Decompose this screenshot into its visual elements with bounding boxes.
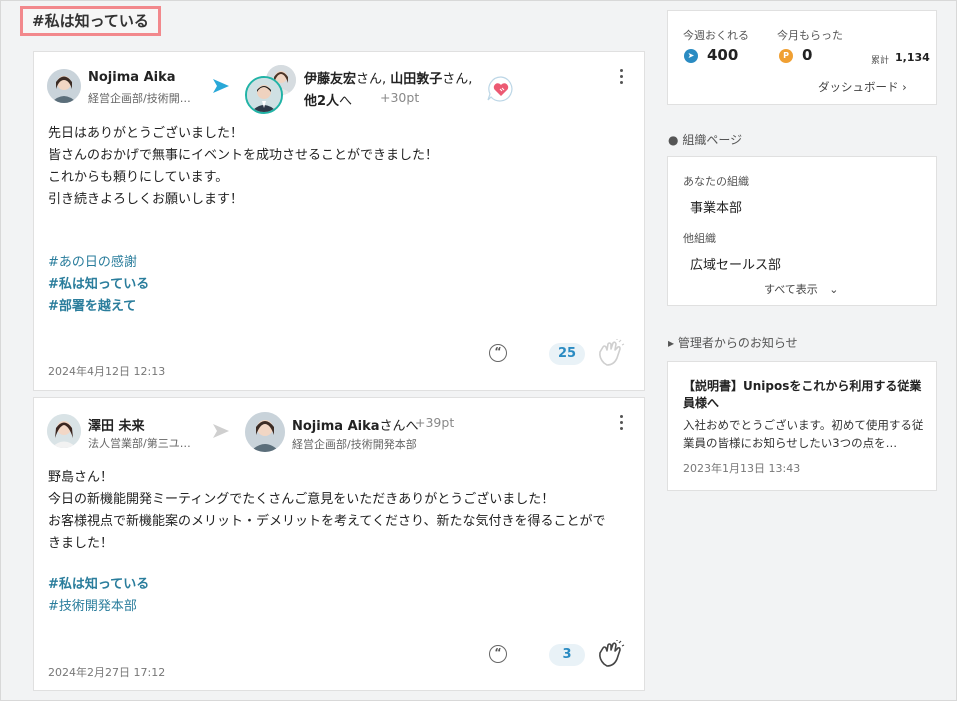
comment-quote-icon[interactable]: “ — [489, 645, 507, 663]
sender-dept: 経営企画部/技術開… — [88, 92, 191, 105]
your-org-link[interactable]: 事業本部 — [690, 197, 742, 216]
sendable-points-label: 今週おくれる — [683, 29, 749, 42]
dashboard-link[interactable]: ダッシュボード › — [818, 79, 907, 95]
send-arrow-icon — [213, 79, 229, 93]
notice-date: 2023年1月13日 13:43 — [683, 462, 801, 475]
clap-icon[interactable] — [597, 339, 625, 367]
show-all-link[interactable]: すべて表示 ⌄ — [764, 281, 839, 297]
recipient-honorific-1: さん, — [356, 72, 391, 87]
sender-avatar[interactable] — [47, 69, 81, 103]
total-label: 累計 — [871, 56, 890, 66]
hashtag-link[interactable]: #技術開発本部 — [48, 596, 149, 618]
hashtag-link[interactable]: #私は知っている — [48, 574, 149, 596]
points-badge: +30pt — [380, 90, 420, 105]
recipients-line-2: 他2人へ — [304, 90, 352, 109]
more-options-icon[interactable] — [618, 415, 624, 433]
hashtag-list: #私は知っている #技術開発本部 — [48, 574, 149, 618]
hashtag-list: #あの日の感謝 #私は知っている #部署を越えて — [48, 252, 149, 318]
sender-dept: 法人営業部/第三ユ… — [88, 437, 191, 450]
post-date: 2024年2月27日 17:12 — [48, 666, 166, 679]
dashboard-link-label: ダッシュボード — [818, 80, 899, 94]
recipient-others[interactable]: 他2人 — [304, 94, 339, 109]
recipient-suffix: へ — [339, 94, 353, 109]
send-coin-icon: ➤ — [684, 49, 698, 63]
recipient-honorific-2: さん, — [442, 72, 473, 87]
recipient-name-2[interactable]: 山田敦子 — [390, 72, 442, 87]
recipient-dept: 経営企画部/技術開発本部 — [292, 438, 417, 451]
users-icon: ●​ — [668, 133, 679, 147]
recipient-name-1[interactable]: 伊藤友宏 — [304, 72, 356, 87]
post-message: 野島さん！ 今日の新機能開発ミーティングでたくさんご意見をいただきありがとうござ… — [48, 470, 606, 551]
points-badge: +39pt — [415, 415, 455, 430]
recipient-name[interactable]: Nojima Aika — [292, 419, 380, 434]
total-value: 1,134 — [895, 51, 930, 64]
org-section-title: 組織ページ — [682, 133, 743, 147]
hashtag-link[interactable]: #部署を越えて — [48, 296, 149, 318]
recipients-line-1: 伊藤友宏さん, 山田敦子さん, — [304, 68, 472, 87]
sender-name[interactable]: 澤田 未来 — [88, 415, 145, 434]
org-card: あなたの組織 事業本部 他組織 広域セールス部 すべて表示 ⌄ — [667, 156, 937, 306]
other-org-label: 他組織 — [683, 232, 716, 245]
notice-body: 入社おめでとうございます。初めて使用する従業員の皆様にお知らせしたい3つの点を… — [683, 418, 924, 450]
other-org-link[interactable]: 広域セールス部 — [690, 254, 781, 273]
post-card: 澤田 未来 法人営業部/第三ユ… Nojima Aikaさんへ +39pt 経営… — [33, 397, 645, 691]
sender-name[interactable]: Nojima Aika — [88, 70, 176, 85]
recipient-suffix: さんへ — [379, 419, 419, 434]
megaphone-icon: ▸ — [668, 336, 675, 350]
sender-avatar[interactable] — [47, 414, 81, 448]
page-tag-title: #私は知っている — [20, 6, 161, 36]
post-card: Nojima Aika 経営企画部/技術開… 伊藤友宏さん, 山田敦子さん, 他… — [33, 51, 645, 391]
post-message: 先日はありがとうございました！ 皆さんのおかげで無事にイベントを成功させることが… — [48, 126, 439, 207]
post-date: 2024年4月12日 12:13 — [48, 365, 166, 378]
notice-section-header: ▸ 管理者からのお知らせ — [668, 334, 798, 351]
more-options-icon[interactable] — [618, 69, 624, 87]
chevron-down-icon: ⌄ — [829, 283, 839, 296]
hashtag-link[interactable]: #私は知っている — [48, 274, 149, 296]
recipient-line: Nojima Aikaさんへ — [292, 415, 419, 434]
notice-card[interactable]: 【説明書】Uniposをこれから利用する従業員様へ 入社おめでとうございます。初… — [667, 361, 937, 491]
notice-title[interactable]: 【説明書】Uniposをこれから利用する従業員様へ — [683, 378, 928, 412]
comment-quote-icon[interactable]: “ — [489, 344, 507, 362]
sendable-points-value: 400 — [707, 46, 739, 64]
clap-count[interactable]: 25 — [549, 343, 585, 365]
your-org-label: あなたの組織 — [683, 175, 749, 188]
recipient-avatar-front[interactable] — [245, 76, 283, 114]
clap-icon[interactable] — [597, 640, 625, 668]
chevron-right-icon: › — [902, 80, 907, 94]
send-arrow-icon — [213, 424, 229, 438]
points-summary-card: 今週おくれる ➤ 400 今月もらった P 0 累計 1,134 ダッシュボード… — [667, 10, 937, 105]
hashtag-link[interactable]: #あの日の感謝 — [48, 252, 149, 274]
heart-reaction-icon[interactable] — [486, 74, 516, 104]
notice-section-title: 管理者からのお知らせ — [677, 336, 798, 350]
org-section-header: ●​ 組織ページ — [668, 131, 742, 148]
show-all-label: すべて表示 — [764, 283, 818, 296]
point-coin-icon: P — [779, 49, 793, 63]
clap-count[interactable]: 3 — [549, 644, 585, 666]
received-points-value: 0 — [802, 46, 813, 64]
received-points-label: 今月もらった — [777, 29, 843, 42]
recipient-avatar[interactable] — [245, 412, 285, 452]
